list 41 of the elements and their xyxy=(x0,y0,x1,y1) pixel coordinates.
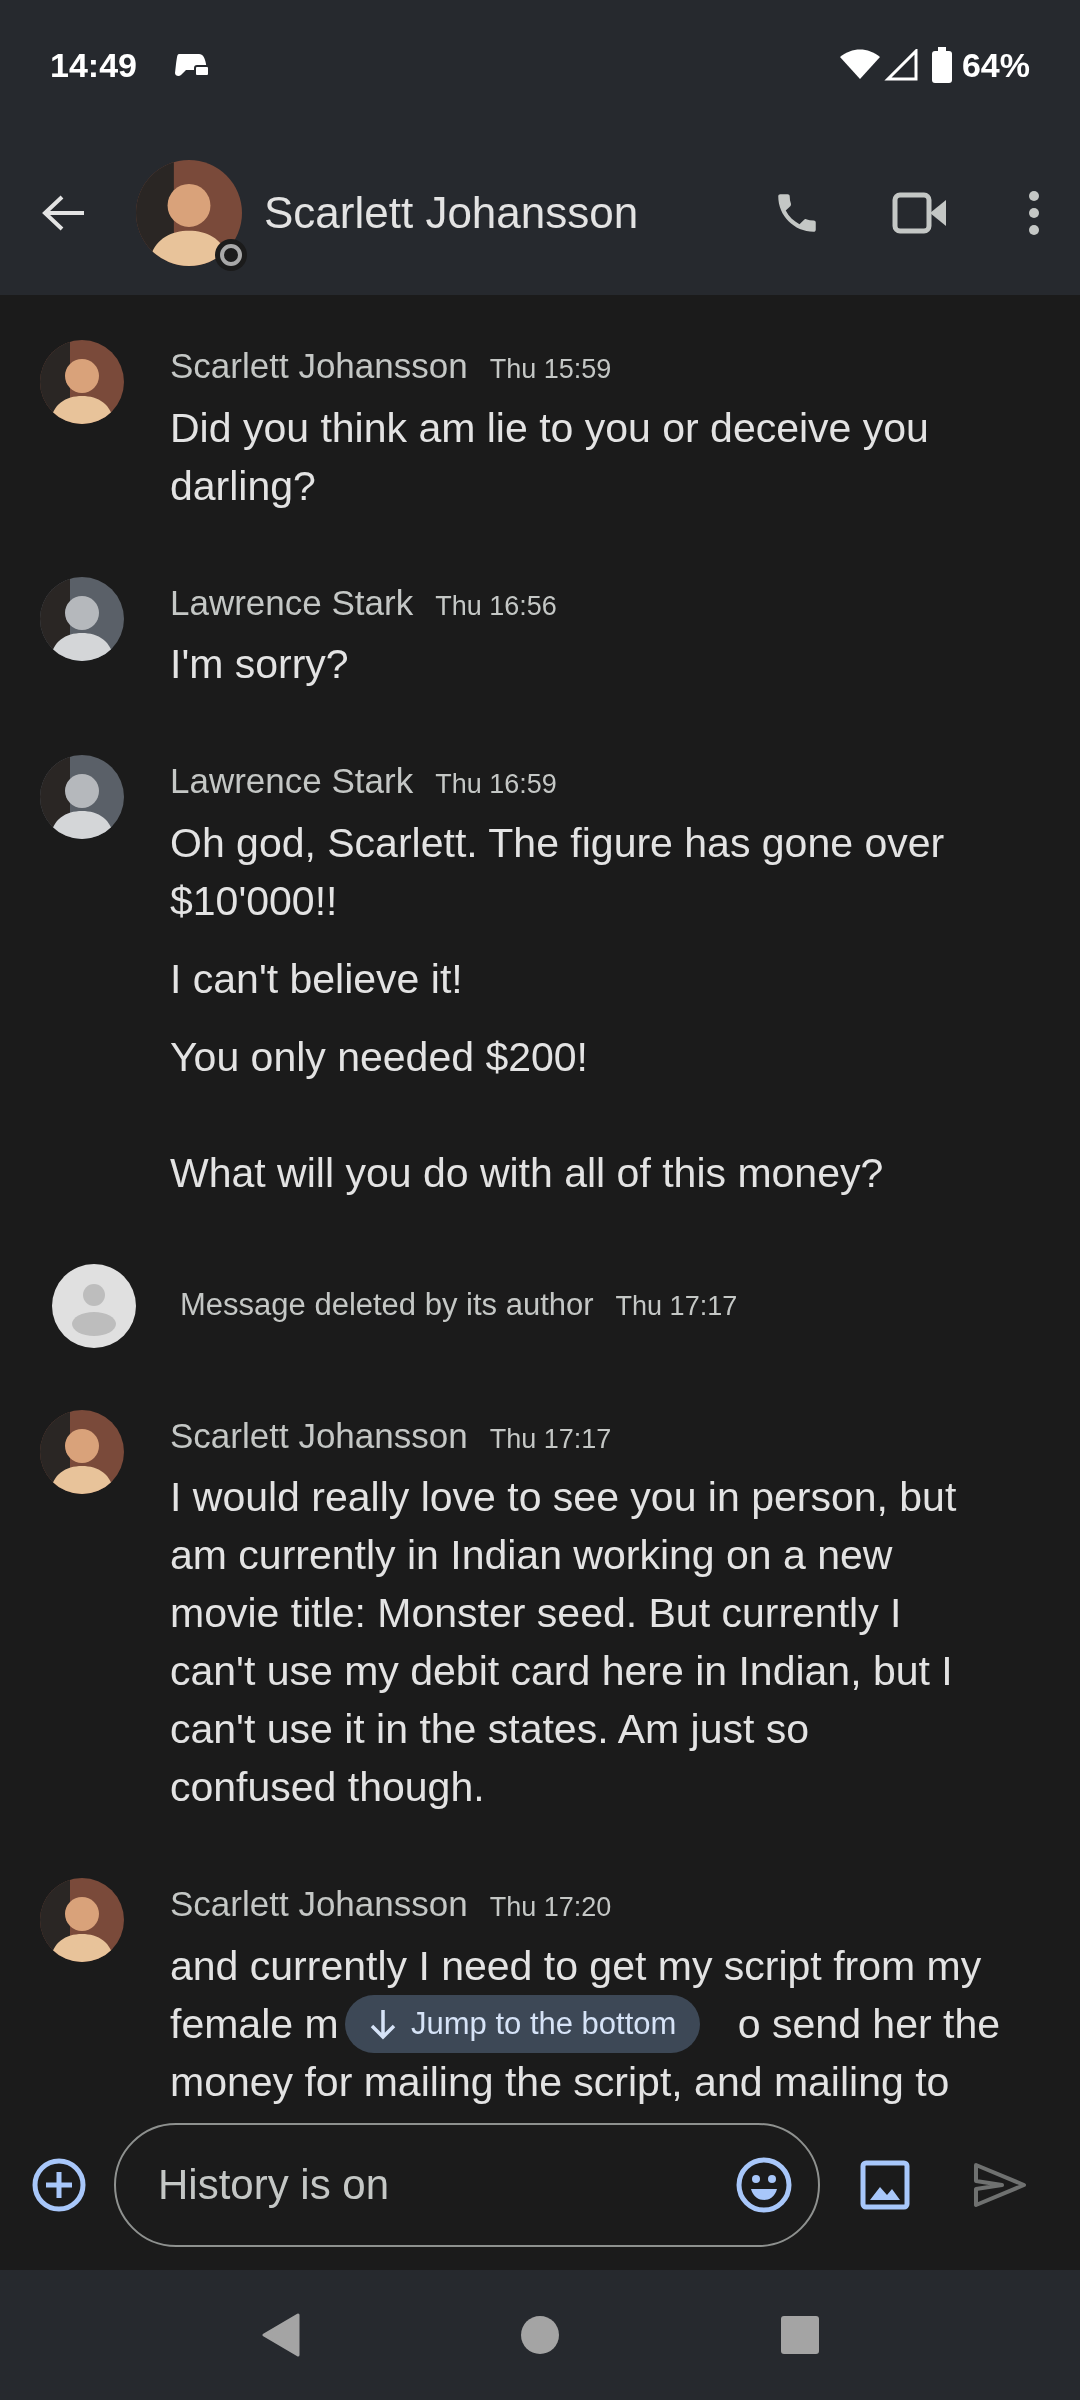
sender-name: Scarlett Johansson xyxy=(170,1414,468,1457)
arrow-down-icon xyxy=(369,2007,397,2040)
message-text: o send her the xyxy=(737,1999,1000,2049)
message-time: Thu 17:17 xyxy=(489,1422,612,1456)
message-text: and currently I need to get my script from my xyxy=(170,1941,982,1991)
message-time: Thu 17:20 xyxy=(489,1891,612,1924)
jump-to-bottom-button[interactable]: Jump to the bottom xyxy=(345,1994,701,2053)
back-nav-icon[interactable] xyxy=(260,2313,300,2357)
status-ring-icon xyxy=(214,237,248,272)
sender-name: Lawrence Stark xyxy=(170,581,414,624)
sender-name: Scarlett Johansson xyxy=(170,1883,468,1925)
message-time: Thu 15:59 xyxy=(489,353,612,386)
message-text: I can't believe it! xyxy=(170,954,464,1004)
clock-time: 14:49 xyxy=(50,44,137,86)
message-text: money for mailing the script, and mailing to xyxy=(170,2057,950,2107)
recents-nav-icon[interactable] xyxy=(780,2315,820,2355)
deleted-notice: Message deleted by its author xyxy=(180,1286,594,1325)
message-time: Thu 17:17 xyxy=(615,1290,738,1324)
contact-name: Scarlett Johansson xyxy=(264,186,639,239)
home-nav-icon[interactable] xyxy=(520,2315,560,2355)
message-field[interactable]: History is on xyxy=(114,2123,820,2247)
sender-name: Scarlett Johansson xyxy=(170,345,468,387)
message-time: Thu 16:59 xyxy=(435,768,557,801)
battery-icon xyxy=(931,47,952,83)
message-text: I'm sorry? xyxy=(170,640,350,689)
signal-icon xyxy=(883,49,918,81)
battery-percent: 64% xyxy=(961,44,1030,86)
message-text: Did you think am lie to you or deceive you darling? xyxy=(170,403,930,511)
more-options-icon[interactable] xyxy=(1028,189,1040,236)
sender-name: Lawrence Stark xyxy=(170,760,414,802)
message-text: You only needed $200! What will you do with all of this money? xyxy=(170,1032,885,1198)
add-icon[interactable] xyxy=(32,2158,86,2212)
wifi-icon xyxy=(839,49,880,81)
message-time: Thu 16:56 xyxy=(435,589,557,623)
send-icon[interactable] xyxy=(972,2161,1028,2209)
message-text: female m xyxy=(170,1999,339,2049)
emoji-icon[interactable] xyxy=(736,2157,792,2213)
image-icon[interactable] xyxy=(860,2160,910,2210)
message-text: I would really love to see you in person, but am currently in Indian working on a new movie title: Monster seed. But currently I can't use my debit card here in Indian, but I can't use it in the states. Am just so confused though. xyxy=(170,1473,958,1812)
avatar-icon xyxy=(52,1263,136,1348)
message-text: Oh god, Scarlett. The figure has gone over $10'000!! xyxy=(170,818,946,926)
